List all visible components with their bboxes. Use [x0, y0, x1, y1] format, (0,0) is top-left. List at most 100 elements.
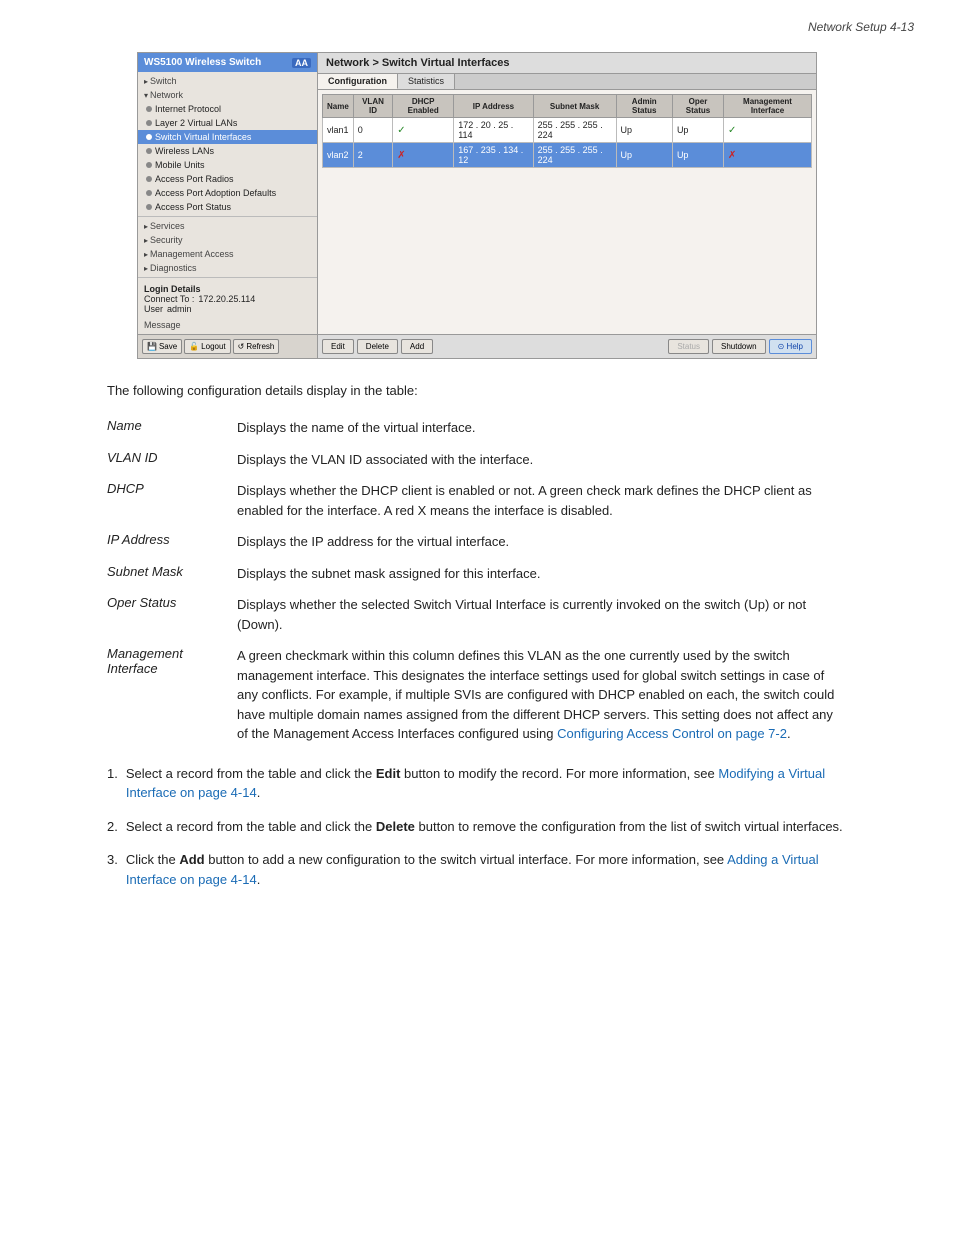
field-label-subnet: Subnet Mask [107, 564, 237, 579]
field-label-dhcp: DHCP [107, 481, 237, 496]
field-row-name: Name Displays the name of the virtual in… [107, 418, 847, 438]
field-desc-name: Displays the name of the virtual interfa… [237, 418, 847, 438]
main-content: Network > Switch Virtual Interfaces Conf… [318, 53, 816, 358]
cell-subnet: 255 . 255 . 255 . 224 [533, 118, 616, 143]
sidebar-item-mgmt-access[interactable]: Management Access [138, 247, 317, 261]
cell-vlan-id: 2 [353, 143, 392, 168]
field-row-vlan-id: VLAN ID Displays the VLAN ID associated … [107, 450, 847, 470]
sidebar-diagnostics-label: Diagnostics [150, 263, 197, 273]
sidebar-bottom-buttons: 💾 Save 🔓 Logout ↺ Refresh [138, 334, 317, 358]
sidebar-item-mobile-units[interactable]: Mobile Units [138, 158, 317, 172]
sidebar-title: WS5100 Wireless Switch AA [138, 53, 317, 72]
bottom-btn-group-right: Status Shutdown ⊙ Help [668, 339, 812, 354]
sidebar-access-port-radios-label: Access Port Radios [155, 174, 234, 184]
sidebar-item-internet-protocol[interactable]: Internet Protocol [138, 102, 317, 116]
field-row-ip: IP Address Displays the IP address for t… [107, 532, 847, 552]
field-row-oper-status: Oper Status Displays whether the selecte… [107, 595, 847, 634]
col-subnet: Subnet Mask [533, 95, 616, 118]
field-label-ip: IP Address [107, 532, 237, 547]
cell-oper: Up [672, 143, 723, 168]
step2-text-after: button to remove the configuration from … [415, 819, 843, 834]
sidebar-switch-label: Switch [150, 76, 177, 86]
sidebar-dot-icon [146, 106, 152, 112]
step-3-content: Click the Add button to add a new config… [126, 850, 847, 889]
add-button[interactable]: Add [401, 339, 433, 354]
screenshot-container: WS5100 Wireless Switch AA Switch Network… [137, 52, 817, 359]
help-label: Help [787, 342, 803, 351]
help-button[interactable]: ⊙ Help [769, 339, 812, 354]
sidebar-mgmt-access-label: Management Access [150, 249, 234, 259]
configuring-access-control-link[interactable]: Configuring Access Control on page 7-2 [557, 726, 787, 741]
sidebar-services-label: Services [150, 221, 185, 231]
sidebar-item-network[interactable]: Network [138, 88, 317, 102]
doc-area: The following configuration details disp… [97, 383, 857, 889]
sidebar-item-access-port-adoption[interactable]: Access Port Adoption Defaults [138, 186, 317, 200]
step1-text-before: Select a record from the table and click… [126, 766, 376, 781]
cell-dhcp: ✓ [393, 118, 454, 143]
field-desc-subnet: Displays the subnet mask assigned for th… [237, 564, 847, 584]
status-button[interactable]: Status [668, 339, 709, 354]
cell-admin: Up [616, 143, 672, 168]
main-header: Network > Switch Virtual Interfaces [318, 53, 816, 74]
table-row[interactable]: vlan1 0 ✓ 172 . 20 . 25 . 114 255 . 255 … [323, 118, 812, 143]
intro-text: The following configuration details disp… [107, 383, 847, 398]
tab-bar: Configuration Statistics [318, 74, 816, 90]
edit-button[interactable]: Edit [322, 339, 354, 354]
tab-statistics[interactable]: Statistics [398, 74, 455, 89]
sidebar-title-text: WS5100 Wireless Switch [144, 57, 261, 68]
sidebar-security-label: Security [150, 235, 183, 245]
save-button[interactable]: 💾 Save [142, 339, 182, 354]
step-1-content: Select a record from the table and click… [126, 764, 847, 803]
sidebar-item-layer2-vlans[interactable]: Layer 2 Virtual LANs [138, 116, 317, 130]
step-2: Select a record from the table and click… [107, 817, 847, 837]
connect-to-label: Connect To : [144, 294, 194, 304]
sidebar: WS5100 Wireless Switch AA Switch Network… [138, 53, 318, 358]
cell-mgmt: ✓ [724, 118, 812, 143]
check-red-icon: ✗ [728, 150, 736, 161]
sidebar-dot-icon [146, 134, 152, 140]
field-label-name: Name [107, 418, 237, 433]
table-row[interactable]: vlan2 2 ✗ 167 . 235 . 134 . 12 255 . 255… [323, 143, 812, 168]
save-icon: 💾 [147, 342, 157, 351]
page-ref: Network Setup 4-13 [808, 20, 914, 34]
sidebar-dot-icon [146, 176, 152, 182]
sidebar-access-port-adoption-label: Access Port Adoption Defaults [155, 188, 276, 198]
logout-label: Logout [201, 342, 225, 351]
delete-button[interactable]: Delete [357, 339, 398, 354]
connect-to-value: 172.20.25.114 [198, 294, 255, 304]
sidebar-item-access-port-radios[interactable]: Access Port Radios [138, 172, 317, 186]
sidebar-item-wireless-lans[interactable]: Wireless LANs [138, 144, 317, 158]
login-user-row: User admin [144, 304, 311, 314]
check-green-icon: ✓ [397, 125, 405, 136]
sidebar-access-port-status-label: Access Port Status [155, 202, 231, 212]
sidebar-layer2-vlans-label: Layer 2 Virtual LANs [155, 118, 237, 128]
sidebar-divider [138, 216, 317, 217]
col-ip: IP Address [454, 95, 533, 118]
sidebar-dot-icon [146, 204, 152, 210]
check-red-icon: ✗ [397, 150, 405, 161]
step3-text-after: button to add a new configuration to the… [205, 852, 727, 867]
field-desc-vlan-id: Displays the VLAN ID associated with the… [237, 450, 847, 470]
save-label: Save [159, 342, 177, 351]
sidebar-item-diagnostics[interactable]: Diagnostics [138, 261, 317, 275]
tab-configuration[interactable]: Configuration [318, 74, 398, 89]
login-details-label: Login Details [144, 284, 311, 294]
logout-button[interactable]: 🔓 Logout [184, 339, 230, 354]
field-table: Name Displays the name of the virtual in… [107, 418, 847, 744]
cell-mgmt: ✗ [724, 143, 812, 168]
col-vlan-id: VLAN ID [353, 95, 392, 118]
field-label-vlan-id: VLAN ID [107, 450, 237, 465]
shutdown-button[interactable]: Shutdown [712, 339, 766, 354]
field-label-mgmt-interface: Management Interface [107, 646, 237, 676]
sidebar-item-access-port-status[interactable]: Access Port Status [138, 200, 317, 214]
field-desc-dhcp: Displays whether the DHCP client is enab… [237, 481, 847, 520]
table-area: Name VLAN ID DHCP Enabled IP Address Sub… [318, 90, 816, 334]
sidebar-item-services[interactable]: Services [138, 219, 317, 233]
col-name: Name [323, 95, 354, 118]
refresh-button[interactable]: ↺ Refresh [233, 339, 280, 354]
sidebar-item-switch[interactable]: Switch [138, 74, 317, 88]
sidebar-item-switch-virtual-interfaces[interactable]: Switch Virtual Interfaces [138, 130, 317, 144]
sidebar-svi-label: Switch Virtual Interfaces [155, 132, 251, 142]
sidebar-badge: AA [292, 58, 311, 68]
sidebar-item-security[interactable]: Security [138, 233, 317, 247]
